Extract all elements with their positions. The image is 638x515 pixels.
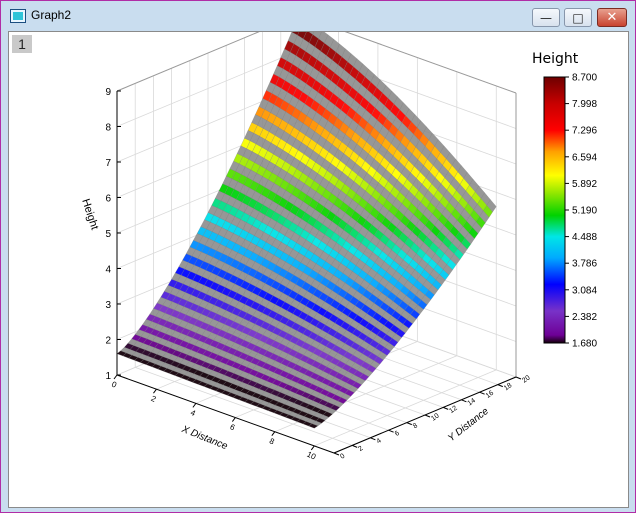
x-tick	[113, 374, 118, 380]
z-tick-label: 7	[105, 158, 111, 169]
window-title: Graph2	[31, 8, 72, 22]
y-tick-label: 20	[521, 374, 531, 384]
graph-window: Graph2 — □ ✕ 1 1 2 3 4 5 6 7 8 9 0 2 4 6 8 10 0 2 4 6 8 10 12…	[0, 0, 636, 513]
color-scale: Height 8.700 7.998 7.296 6.594 5.892 5.190 4.48…	[532, 51, 597, 350]
maximize-icon: □	[572, 10, 584, 25]
x-tick	[231, 417, 236, 422]
z-axis-title: Height	[79, 197, 100, 231]
z-tick-label: 4	[105, 265, 111, 276]
x-tick	[153, 388, 157, 394]
y-tick-label: 16	[485, 390, 495, 400]
color-scale-label: 6.594	[572, 152, 597, 163]
graph-page[interactable]: 1 1 2 3 4 5 6 7 8 9 0 2 4 6 8 10 0 2 4 6 8 10 12 14 16 18 20 Heigh…	[8, 31, 629, 508]
y-tick-label: 8	[412, 422, 419, 430]
z-tick-label: 5	[105, 229, 111, 240]
y-tick-label: 0	[339, 453, 346, 461]
y-tick-label: 6	[394, 430, 401, 438]
surface-plot: 1234567890246810 02468101214161820HeightX…	[79, 32, 597, 462]
y-tick-label: 2	[357, 445, 364, 453]
z-tick-label: 3	[105, 300, 111, 311]
y-tick-label: 10	[430, 412, 440, 422]
x-tick-label: 4	[189, 408, 197, 418]
z-tick-label: 6	[105, 194, 111, 205]
y-tick-label: 4	[376, 437, 383, 445]
color-scale-label: 5.892	[572, 179, 597, 190]
title-bar[interactable]: Graph2 — □ ✕	[1, 1, 635, 31]
color-scale-label: 5.190	[572, 206, 597, 217]
color-scale-label: 1.680	[572, 339, 597, 350]
color-scale-title: Height	[532, 51, 579, 67]
color-scale-label: 2.382	[572, 312, 597, 323]
x-tick-label: 0	[110, 380, 118, 390]
color-scale-label: 7.296	[572, 126, 597, 137]
color-scale-label: 7.998	[572, 99, 597, 110]
x-tick	[192, 403, 197, 408]
x-tick-label: 6	[229, 422, 237, 432]
z-tick-label: 2	[105, 336, 111, 347]
y-tick-label: 14	[467, 397, 477, 407]
y-tick-label: 18	[503, 382, 513, 392]
color-scale-bar	[543, 76, 566, 344]
x-tick-label: 2	[150, 394, 158, 404]
minimize-button[interactable]: —	[532, 8, 560, 27]
close-icon: ✕	[606, 10, 618, 25]
x-tick-label: 10	[305, 450, 317, 462]
color-scale-label: 4.488	[572, 232, 597, 243]
close-button[interactable]: ✕	[597, 8, 627, 27]
x-tick	[310, 445, 315, 451]
color-scale-label: 8.700	[572, 73, 597, 84]
color-scale-label: 3.084	[572, 285, 597, 296]
z-tick-label: 8	[105, 123, 111, 134]
y-tick-label: 12	[448, 405, 458, 415]
graph-window-icon	[10, 9, 26, 23]
maximize-button[interactable]: □	[564, 8, 592, 27]
color-scale-label: 3.786	[572, 259, 597, 270]
z-tick-label: 1	[105, 371, 111, 382]
x-tick	[271, 431, 276, 437]
z-tick-label: 9	[105, 87, 111, 98]
x-axis-title: X Distance	[179, 424, 229, 453]
x-tick-label: 8	[268, 436, 276, 446]
minimize-icon: —	[540, 10, 552, 25]
surface-mesh	[116, 32, 497, 429]
